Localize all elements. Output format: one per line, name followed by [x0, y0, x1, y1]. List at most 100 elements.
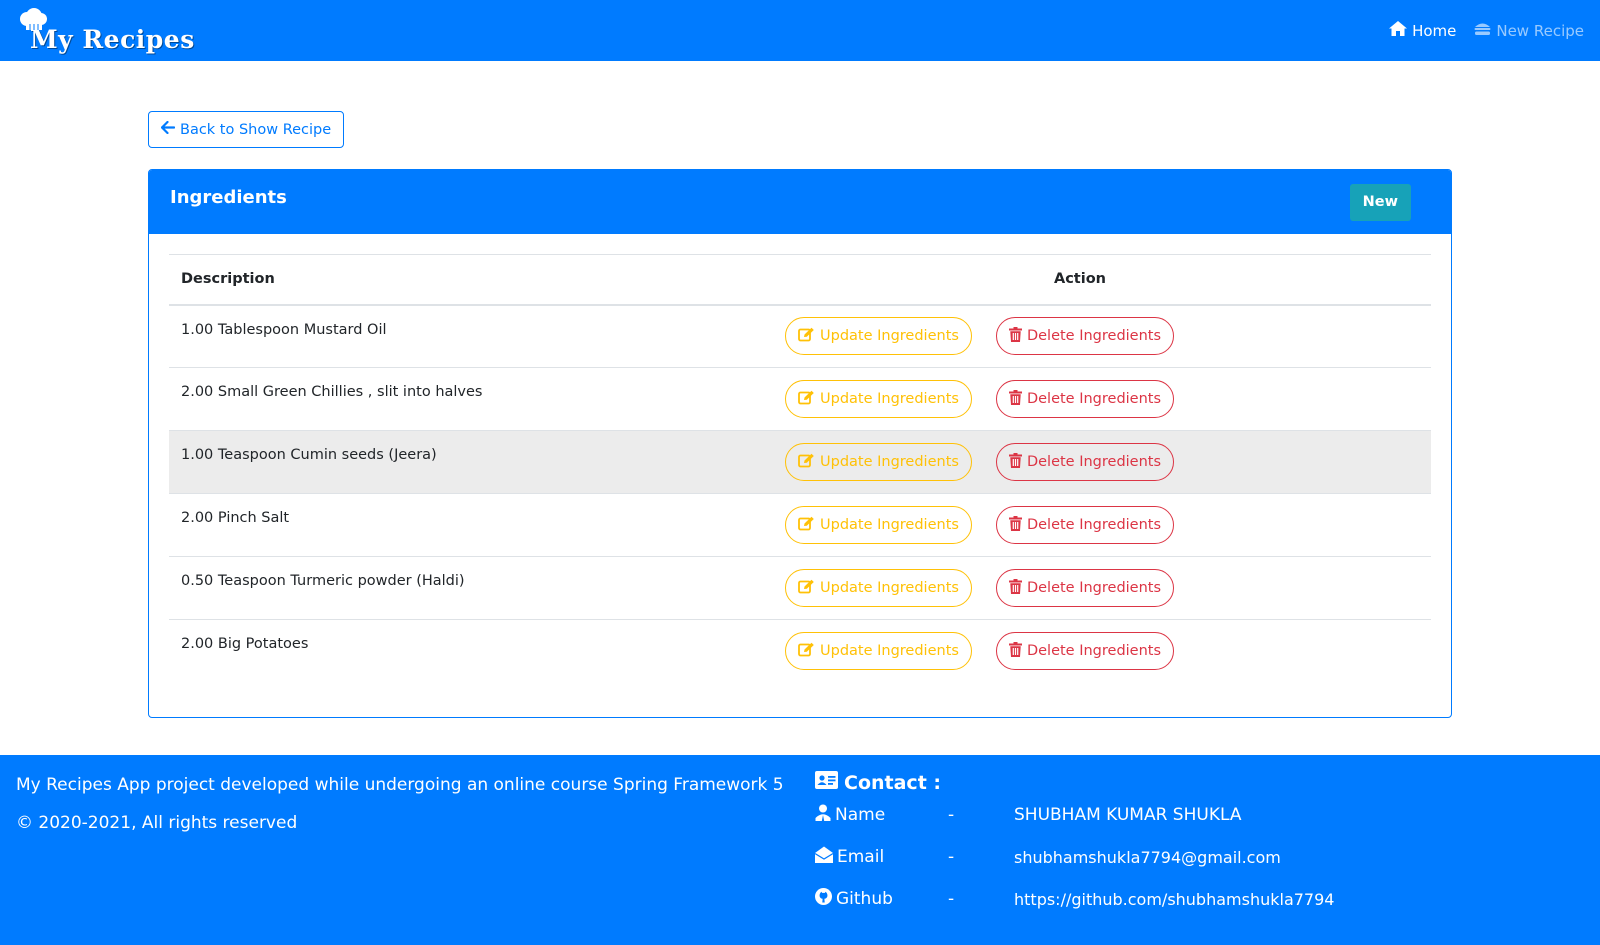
- navbar: My Recipes Home New Recipe: [0, 0, 1600, 61]
- footer: My Recipes App project developed while u…: [0, 755, 1600, 945]
- ingredient-description: 2.00 Small Green Chillies , slit into ha…: [181, 384, 483, 400]
- arrow-left-icon: [160, 120, 176, 138]
- back-to-show-recipe-button[interactable]: Back to Show Recipe: [148, 111, 345, 148]
- delete-ingredient-button[interactable]: Delete Ingredients: [995, 632, 1175, 671]
- column-action: Action: [729, 254, 1431, 306]
- update-ingredient-button[interactable]: Update Ingredients: [785, 443, 972, 481]
- back-button-label: Back to Show Recipe: [180, 121, 332, 138]
- edit-icon: [798, 390, 815, 409]
- update-ingredient-button[interactable]: Update Ingredients: [785, 380, 972, 418]
- row-actions: Update Ingredients Delete Ingredients: [729, 494, 1431, 557]
- update-ingredient-button[interactable]: Update Ingredients: [785, 632, 972, 671]
- ingredients-table: Description Action 1.00 Tablespoon Musta…: [169, 254, 1431, 683]
- trash-icon: [1008, 452, 1022, 472]
- delete-ingredient-label: Delete Ingredients: [1026, 391, 1162, 407]
- update-ingredient-label: Update Ingredients: [820, 643, 959, 660]
- edit-icon: [798, 579, 815, 598]
- delete-ingredient-label: Delete Ingredients: [1026, 580, 1162, 596]
- chef-hat-icon: [18, 7, 48, 38]
- row-actions: Update Ingredients Delete Ingredients: [729, 557, 1431, 620]
- update-ingredient-button[interactable]: Update Ingredients: [785, 569, 972, 607]
- table-row: 1.00 Teaspoon Cumin seeds (Jeera) Update …: [169, 430, 1431, 494]
- delete-ingredient-button[interactable]: Delete Ingredients: [995, 317, 1175, 356]
- trash-icon: [1008, 578, 1022, 598]
- edit-icon: [798, 453, 815, 472]
- home-icon: [1389, 21, 1408, 40]
- nav-links: Home New Recipe: [1389, 21, 1584, 40]
- table-row: 2.00 Big Potatoes Update Ingredients Delet…: [169, 620, 1431, 683]
- id-card-icon: [815, 771, 838, 794]
- row-actions: Update Ingredients Delete Ingredients: [729, 368, 1431, 431]
- edit-icon: [798, 642, 815, 661]
- nav-new-recipe-link[interactable]: New Recipe: [1474, 22, 1584, 40]
- back-button-container: Back to Show Recipe: [148, 111, 1452, 148]
- delete-ingredient-button[interactable]: Delete Ingredients: [995, 506, 1175, 544]
- nav-home-link[interactable]: Home: [1389, 21, 1456, 40]
- trash-icon: [1008, 641, 1022, 661]
- envelope-open-icon: [814, 846, 834, 868]
- table-wrapper: Description Action 1.00 Tablespoon Musta…: [149, 234, 1451, 683]
- table-row: 2.00 Small Green Chillies , slit into ha…: [169, 368, 1431, 431]
- ingredient-description: 1.00 Tablespoon Mustard Oil: [181, 321, 387, 338]
- contact-github-label: Github: [836, 889, 893, 909]
- contact-email-value[interactable]: shubhamshukla7794@gmail.com: [1014, 848, 1281, 867]
- trash-icon: [1008, 326, 1022, 346]
- contact-row-email: Email - shubhamshukla7794@gmail.com: [814, 836, 1334, 878]
- column-description: Description: [169, 254, 729, 306]
- table-row: 2.00 Pinch Salt Update Ingredients Delete …: [169, 494, 1431, 557]
- row-actions: Update Ingredients Delete Ingredients: [729, 305, 1431, 368]
- new-ingredient-button[interactable]: New: [1349, 183, 1411, 221]
- table-row: 0.50 Teaspoon Turmeric powder (Haldi) Upd…: [169, 557, 1431, 620]
- contact-email-label: Email: [837, 847, 885, 867]
- delete-ingredient-button[interactable]: Delete Ingredients: [995, 380, 1175, 418]
- footer-about-text: My Recipes App project developed while u…: [16, 775, 784, 795]
- update-ingredient-label: Update Ingredients: [820, 517, 959, 533]
- update-ingredient-label: Update Ingredients: [820, 580, 959, 596]
- delete-ingredient-label: Delete Ingredients: [1026, 517, 1162, 533]
- brand-title: My Recipes: [30, 24, 195, 54]
- contact-title: Contact :: [815, 771, 1334, 794]
- ingredients-card: Ingredients New Description Action 1.00 …: [148, 169, 1452, 718]
- update-ingredient-label: Update Ingredients: [820, 391, 959, 407]
- footer-about: My Recipes App project developed while u…: [16, 773, 784, 848]
- brand[interactable]: My Recipes: [18, 6, 195, 56]
- table-row: 1.00 Tablespoon Mustard Oil Update Ingred…: [169, 305, 1431, 368]
- contact-name-label: Name: [835, 805, 886, 825]
- nav-home-label: Home: [1412, 21, 1457, 40]
- update-ingredient-label: Update Ingredients: [820, 328, 959, 345]
- contact-github-value[interactable]: https://github.com/shubhamshukla7794: [1014, 890, 1334, 909]
- footer-copyright: © 2020-2021, All rights reserved: [16, 812, 298, 833]
- card-header: Ingredients New: [149, 170, 1451, 234]
- contact-name-dash: -: [948, 805, 955, 825]
- delete-ingredient-button[interactable]: Delete Ingredients: [995, 443, 1175, 481]
- trash-icon: [1008, 515, 1022, 535]
- update-ingredient-button[interactable]: Update Ingredients: [785, 317, 972, 356]
- ingredient-description: 2.00 Big Potatoes: [181, 636, 309, 652]
- table-header-row: Description Action: [169, 254, 1431, 306]
- contact-title-label: Contact :: [844, 771, 941, 794]
- github-icon: [815, 888, 832, 910]
- burger-icon: [1474, 22, 1491, 40]
- nav-new-recipe-label: New Recipe: [1496, 21, 1584, 40]
- update-ingredient-button[interactable]: Update Ingredients: [785, 506, 972, 544]
- delete-ingredient-label: Delete Ingredients: [1026, 643, 1162, 660]
- contact-email-dash: -: [948, 847, 955, 867]
- edit-icon: [798, 516, 815, 535]
- delete-ingredient-label: Delete Ingredients: [1026, 328, 1162, 345]
- contact-row-name: Name - SHUBHAM KUMAR SHUKLA: [815, 794, 1334, 836]
- contact-name-value: SHUBHAM KUMAR SHUKLA: [1014, 805, 1242, 825]
- footer-contact: Contact : Name - SHUBHAM KUMAR SHUKLA Em…: [814, 771, 1334, 920]
- user-icon: [815, 804, 831, 826]
- trash-icon: [1008, 389, 1022, 409]
- contact-github-dash: -: [948, 889, 955, 909]
- ingredient-description: 0.50 Teaspoon Turmeric powder (Haldi): [181, 573, 465, 589]
- contact-row-github: Github - https://github.com/shubhamshukl…: [815, 878, 1334, 920]
- ingredient-description: 2.00 Pinch Salt: [181, 510, 290, 526]
- delete-ingredient-label: Delete Ingredients: [1026, 454, 1162, 470]
- ingredient-description: 1.00 Teaspoon Cumin seeds (Jeera): [181, 447, 437, 463]
- update-ingredient-label: Update Ingredients: [820, 454, 959, 470]
- row-actions: Update Ingredients Delete Ingredients: [729, 620, 1431, 683]
- delete-ingredient-button[interactable]: Delete Ingredients: [995, 569, 1175, 607]
- edit-icon: [798, 327, 815, 346]
- card-title: Ingredients: [170, 186, 287, 208]
